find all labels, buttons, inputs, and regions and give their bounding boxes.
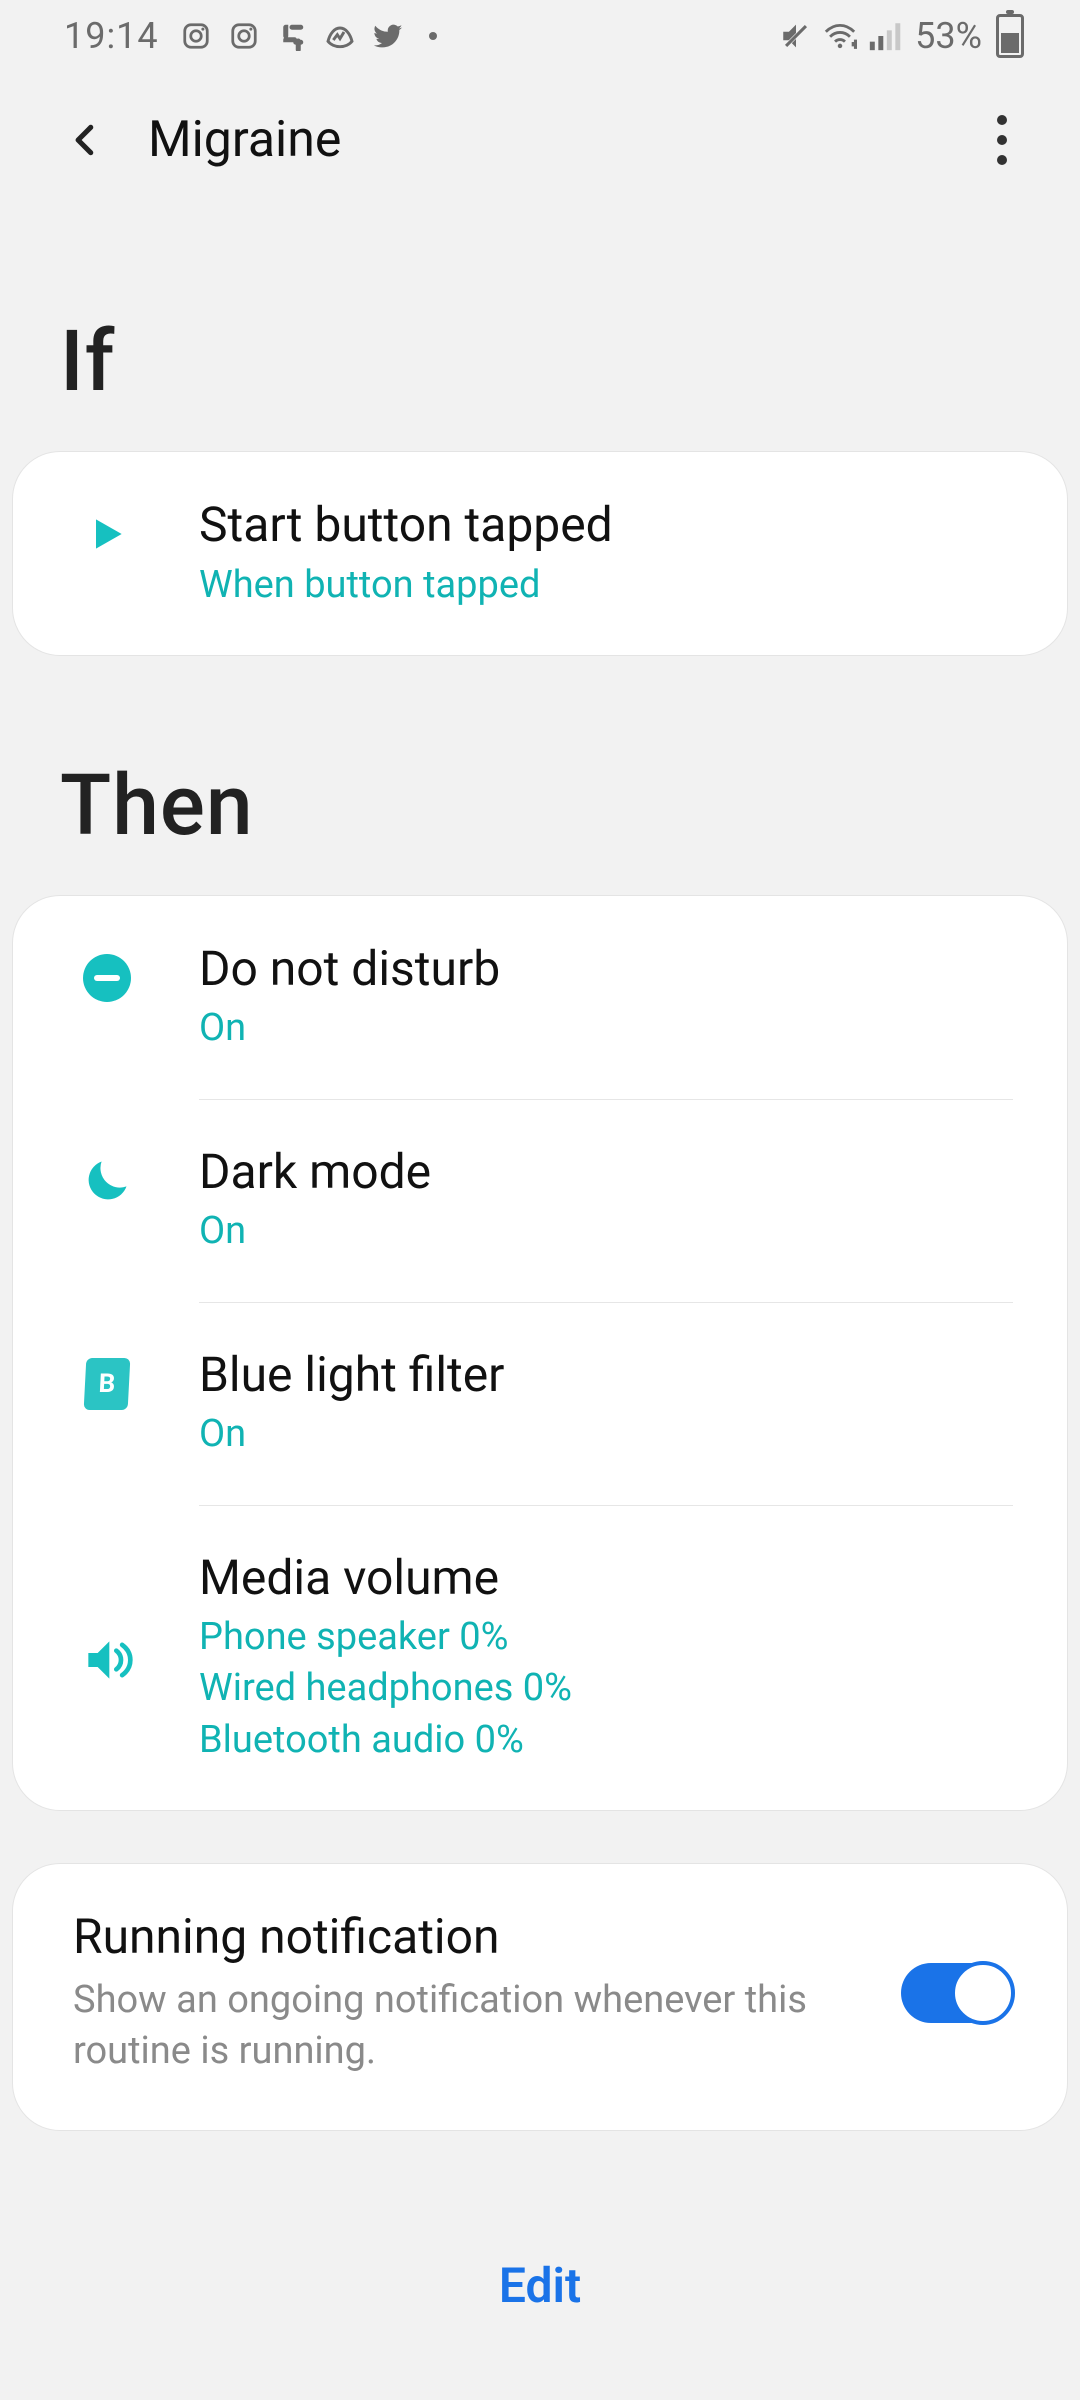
- more-notifications-icon: [429, 32, 437, 40]
- instagram-icon: [179, 19, 213, 53]
- action-status: On: [199, 1206, 1015, 1257]
- svg-text:+: +: [853, 38, 857, 53]
- action-status-line: Phone speaker 0%: [199, 1612, 1015, 1663]
- status-right: + 53%: [779, 14, 1024, 58]
- action-title: Blue light filter: [199, 1346, 1015, 1404]
- status-left: 19:14: [64, 15, 437, 57]
- action-title: Do not disturb: [199, 940, 1015, 998]
- trigger-row[interactable]: Start button tapped When button tapped: [13, 452, 1067, 655]
- action-row-media-volume[interactable]: Media volume Phone speaker 0% Wired head…: [13, 1505, 1067, 1810]
- moon-icon: [75, 1149, 139, 1213]
- signal-icon: [867, 19, 901, 53]
- twitter-icon: [371, 19, 405, 53]
- running-notification-subtitle: Show an ongoing notification whenever th…: [73, 1975, 833, 2078]
- action-row-dnd[interactable]: Do not disturb On: [13, 896, 1067, 1099]
- section-label-if: If: [0, 312, 1080, 411]
- action-title: Media volume: [199, 1549, 1015, 1607]
- battery-percent: 53%: [915, 15, 982, 57]
- running-notification-toggle[interactable]: [901, 1963, 1013, 2023]
- action-status-line: Wired headphones 0%: [199, 1663, 1015, 1714]
- action-title: Dark mode: [199, 1143, 1015, 1201]
- basecamp-icon: [323, 19, 357, 53]
- trigger-subtitle: When button tapped: [199, 560, 1015, 611]
- battery-icon: [996, 14, 1024, 58]
- action-row-dark-mode[interactable]: Dark mode On: [13, 1099, 1067, 1302]
- app-header: Migraine: [0, 72, 1080, 172]
- if-trigger-card: Start button tapped When button tapped: [12, 451, 1068, 656]
- action-status: On: [199, 1409, 1015, 1460]
- instagram-icon: [227, 19, 261, 53]
- section-label-then: Then: [0, 756, 1080, 855]
- slack-icon: [275, 19, 309, 53]
- play-icon: [75, 502, 139, 566]
- page-title: Migraine: [148, 111, 980, 169]
- mute-icon: [779, 19, 813, 53]
- action-status-line: Bluetooth audio 0%: [199, 1715, 1015, 1766]
- status-time: 19:14: [64, 15, 159, 57]
- wifi-icon: +: [823, 19, 857, 53]
- blue-light-filter-icon: B: [75, 1352, 139, 1416]
- volume-icon: [75, 1628, 139, 1692]
- action-row-blue-light-filter[interactable]: B Blue light filter On: [13, 1302, 1067, 1505]
- action-status: On: [199, 1003, 1015, 1054]
- running-notification-card[interactable]: Running notification Show an ongoing not…: [12, 1863, 1068, 2131]
- trigger-title: Start button tapped: [199, 496, 1015, 554]
- android-status-bar: 19:14 + 53%: [0, 0, 1080, 72]
- more-options-button[interactable]: [980, 115, 1024, 165]
- running-notification-title: Running notification: [73, 1908, 871, 1965]
- then-actions-card: Do not disturb On Dark mode On B Blue li…: [12, 895, 1068, 1811]
- dnd-icon: [75, 946, 139, 1010]
- edit-button[interactable]: Edit: [0, 2257, 1080, 2314]
- back-button[interactable]: [54, 108, 118, 172]
